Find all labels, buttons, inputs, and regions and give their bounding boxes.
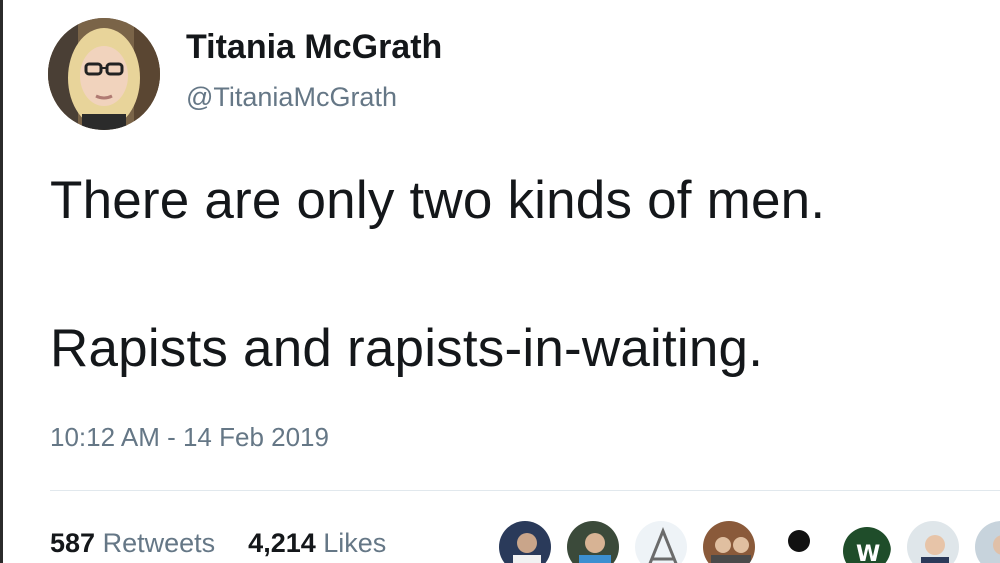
liker-avatar-icon — [975, 521, 1000, 563]
liker-avatars: W — [497, 519, 1000, 563]
liker-avatar[interactable] — [497, 519, 553, 563]
liker-avatar-icon — [499, 521, 551, 563]
likes-stat[interactable]: 4,214 Likes — [248, 528, 386, 558]
liker-avatar-icon — [567, 521, 619, 563]
liker-avatar[interactable] — [973, 519, 1000, 563]
author-avatar[interactable] — [48, 18, 160, 130]
likes-label: Likes — [323, 528, 387, 558]
svg-text:W: W — [856, 542, 880, 563]
liker-avatar-icon: W — [839, 521, 891, 563]
author-handle[interactable]: @TitaniaMcGrath — [186, 82, 397, 113]
liker-avatar[interactable] — [701, 519, 757, 563]
liker-avatar-icon — [907, 521, 959, 563]
tweet-text-line: Rapists and rapists-in-waiting. — [50, 319, 764, 378]
liker-avatar[interactable]: W — [837, 519, 893, 563]
retweets-count: 587 — [50, 528, 96, 558]
liker-avatar[interactable] — [633, 519, 689, 563]
tweet-stats: 587 Retweets 4,214 Likes — [50, 528, 386, 559]
liker-avatar[interactable] — [769, 519, 825, 563]
window-edge — [0, 0, 3, 563]
tweet-timestamp[interactable]: 10:12 AM - 14 Feb 2019 — [50, 422, 329, 453]
liker-avatar-icon — [635, 521, 687, 563]
retweets-label: Retweets — [102, 528, 216, 558]
liker-avatar[interactable] — [905, 519, 961, 563]
tweet-text-line: There are only two kinds of men. — [50, 171, 826, 230]
liker-avatar[interactable] — [565, 519, 621, 563]
default-silhouette-icon — [771, 521, 823, 563]
divider — [50, 490, 1000, 491]
likes-count: 4,214 — [248, 528, 316, 558]
avatar-photo-icon — [48, 18, 160, 130]
author-name[interactable]: Titania McGrath — [186, 28, 442, 67]
liker-avatar-icon — [703, 521, 755, 563]
retweets-stat[interactable]: 587 Retweets — [50, 528, 223, 558]
